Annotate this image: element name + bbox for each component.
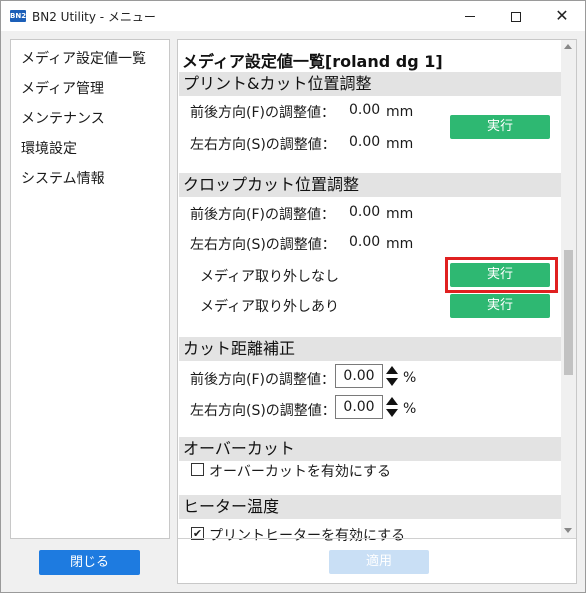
crop-cut-left-right-label: 左右方向(S)の調整値： xyxy=(190,237,336,253)
triangle-up-icon xyxy=(386,366,398,374)
close-button[interactable]: 閉じる xyxy=(39,550,140,575)
overcut-enable-checkbox[interactable] xyxy=(191,463,204,476)
crop-cut-front-back-label: 前後方向(F)の調整値： xyxy=(190,207,335,223)
sidebar-item-system-info[interactable]: システム情報 xyxy=(21,168,105,188)
maximize-icon xyxy=(511,11,521,22)
sidebar-item-environment-settings[interactable]: 環境設定 xyxy=(21,138,77,158)
sidebar-item-media-settings-list[interactable]: メディア設定値一覧 xyxy=(21,48,146,68)
scroll-up-icon[interactable] xyxy=(564,44,572,49)
section-header-heater: ヒーター温度 xyxy=(179,495,561,519)
print-cut-left-right-unit: mm xyxy=(386,136,414,152)
spin-down-button[interactable] xyxy=(385,377,399,388)
cut-distance-front-back-input[interactable]: 0.00 xyxy=(335,364,383,388)
section-header-crop-cut: クロップカット位置調整 xyxy=(179,173,561,197)
divider xyxy=(178,538,576,539)
print-cut-front-back-value: 0.00 xyxy=(349,102,381,118)
spin-up-button[interactable] xyxy=(385,395,399,406)
cut-distance-front-back-label: 前後方向(F)の調整値： xyxy=(190,372,335,388)
page-title: メディア設定値一覧[roland dg 1] xyxy=(182,52,443,71)
crop-cut-remove-label: メディア取り外しあり xyxy=(200,299,340,315)
section-header-cut-distance: カット距離補正 xyxy=(179,337,561,361)
minimize-button[interactable] xyxy=(447,1,493,31)
crop-cut-remove-exec-button[interactable]: 実行 xyxy=(450,294,550,318)
apply-button[interactable]: 適用 xyxy=(329,550,429,574)
cut-distance-left-right-unit: % xyxy=(403,401,417,417)
triangle-down-icon xyxy=(386,409,398,417)
app-window: BN2 BN2 Utility - メニュー ✕ メディア設定値一覧 メディア管… xyxy=(0,0,586,593)
minimize-icon xyxy=(465,16,475,17)
close-icon: ✕ xyxy=(555,6,569,25)
cut-distance-left-right-input[interactable]: 0.00 xyxy=(335,395,383,419)
crop-cut-no-remove-exec-button[interactable]: 実行 xyxy=(450,263,550,287)
cut-distance-front-back-stepper[interactable]: 0.00 xyxy=(335,364,401,388)
crop-cut-left-right-unit: mm xyxy=(386,236,414,252)
sidebar-item-maintenance[interactable]: メンテナンス xyxy=(21,108,105,128)
print-heater-label: プリントヒーターを有効にする xyxy=(209,528,406,544)
title-bar: BN2 BN2 Utility - メニュー ✕ xyxy=(1,1,585,31)
vertical-scrollbar[interactable] xyxy=(561,40,576,538)
crop-cut-no-remove-label: メディア取り外しなし xyxy=(200,269,340,285)
print-cut-front-back-label: 前後方向(F)の調整値： xyxy=(190,105,335,121)
print-cut-front-back-unit: mm xyxy=(386,104,414,120)
section-header-print-cut: プリント&カット位置調整 xyxy=(179,72,561,96)
close-window-button[interactable]: ✕ xyxy=(539,1,585,31)
scroll-thumb[interactable] xyxy=(564,250,573,375)
app-logo-icon: BN2 xyxy=(10,10,27,22)
cut-distance-left-right-stepper[interactable]: 0.00 xyxy=(335,395,401,419)
crop-cut-front-back-unit: mm xyxy=(386,206,414,222)
crop-cut-left-right-value: 0.00 xyxy=(349,234,381,250)
spin-up-button[interactable] xyxy=(385,364,399,375)
triangle-up-icon xyxy=(386,397,398,405)
main-panel: メディア設定値一覧[roland dg 1] プリント&カット位置調整 前後方向… xyxy=(177,39,577,584)
triangle-down-icon xyxy=(386,378,398,386)
crop-cut-front-back-value: 0.00 xyxy=(349,204,381,220)
cut-distance-left-right-label: 左右方向(S)の調整値： xyxy=(190,403,336,419)
sidebar: メディア設定値一覧 メディア管理 メンテナンス 環境設定 システム情報 xyxy=(10,39,170,539)
cut-distance-front-back-unit: % xyxy=(403,370,417,386)
print-cut-left-right-label: 左右方向(S)の調整値： xyxy=(190,137,336,153)
window-title: BN2 Utility - メニュー xyxy=(32,10,156,24)
maximize-button[interactable] xyxy=(493,1,539,31)
print-cut-exec-button[interactable]: 実行 xyxy=(450,115,550,139)
spin-down-button[interactable] xyxy=(385,408,399,419)
section-header-overcut: オーバーカット xyxy=(179,437,561,461)
print-cut-left-right-value: 0.00 xyxy=(349,134,381,150)
scroll-down-icon[interactable] xyxy=(564,528,572,533)
overcut-enable-label: オーバーカットを有効にする xyxy=(209,464,391,480)
sidebar-item-media-management[interactable]: メディア管理 xyxy=(21,78,104,98)
